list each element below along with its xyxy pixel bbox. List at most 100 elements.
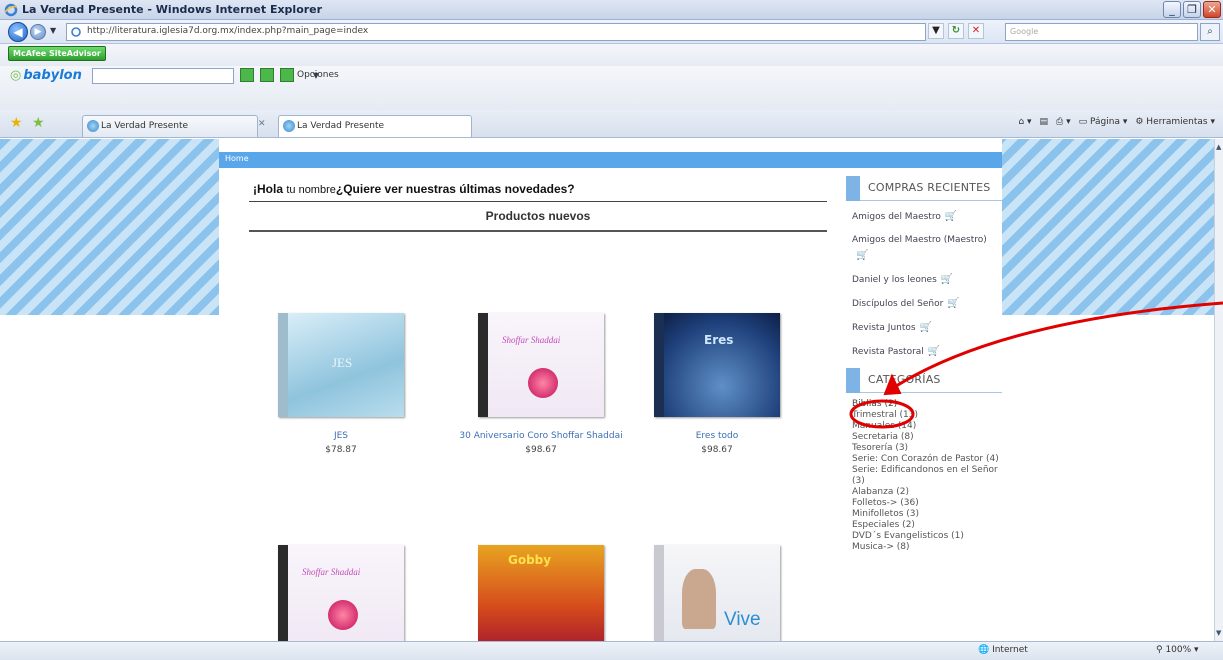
product-name[interactable]: JES bbox=[241, 431, 441, 441]
scroll-up-icon[interactable]: ▲ bbox=[1216, 143, 1221, 151]
page-menu[interactable]: ▭ Página ▾ bbox=[1079, 117, 1128, 127]
history-dropdown-icon[interactable]: ▼ bbox=[50, 26, 56, 35]
zone-label: Internet bbox=[992, 645, 1028, 655]
recent-item[interactable]: Daniel y los leones 🛒 bbox=[846, 272, 1002, 288]
product-image-shoffar[interactable]: Shoffar Shaddai bbox=[478, 313, 604, 417]
recent-item-label[interactable]: Discípulos del Señor bbox=[852, 299, 943, 309]
print-icon[interactable]: ⎙ ▾ bbox=[1056, 117, 1071, 127]
greeting-hola: ¡Hola bbox=[253, 182, 283, 196]
tab-close-icon[interactable]: ✕ bbox=[258, 119, 266, 129]
category-item[interactable]: Minifolletos (3) bbox=[852, 509, 1002, 520]
recent-item[interactable]: Amigos del Maestro 🛒 bbox=[846, 209, 1002, 225]
refresh-icon[interactable]: ↻ bbox=[948, 23, 964, 39]
recent-purchases-header: COMPRAS RECIENTES bbox=[846, 176, 1002, 201]
product-card[interactable]: Shoffar Shaddai 30 Aniversario Coro Shof… bbox=[441, 313, 641, 455]
category-item[interactable]: Alabanza (2) bbox=[852, 487, 1002, 498]
breadcrumb-bar: Home bbox=[219, 152, 1002, 168]
category-item[interactable]: Serie: Edificandonos en el Señor (3) bbox=[852, 465, 1002, 487]
page-menu-label: Página bbox=[1089, 117, 1120, 127]
category-item[interactable]: Musica-> (8) bbox=[852, 542, 1002, 553]
stop-icon[interactable]: ✕ bbox=[968, 23, 984, 39]
back-button[interactable]: ◀ bbox=[8, 22, 28, 42]
recent-item[interactable]: Revista Pastoral 🛒 bbox=[846, 344, 1002, 360]
mcafee-siteadvisor-button[interactable]: McAfee SiteAdvisor bbox=[8, 46, 106, 61]
product-image-kids[interactable]: Gobby bbox=[478, 545, 604, 641]
babylon-icon: ◎ bbox=[10, 68, 22, 83]
category-item[interactable]: Folletos-> (36) bbox=[852, 498, 1002, 509]
search-icon[interactable]: ⌕ bbox=[1200, 23, 1220, 41]
scroll-down-icon[interactable]: ▼ bbox=[1216, 629, 1221, 637]
header-accent bbox=[846, 176, 860, 201]
cover-text: Eres bbox=[704, 333, 734, 347]
search-input[interactable]: Google bbox=[1005, 23, 1198, 41]
internet-explorer-icon bbox=[4, 3, 18, 17]
cart-icon[interactable]: 🛒 bbox=[947, 296, 959, 311]
product-image-jes[interactable]: JES bbox=[278, 313, 404, 417]
product-name[interactable]: Eres todo bbox=[617, 431, 817, 441]
product-card[interactable]: Eres Eres todo $98.67 bbox=[617, 313, 817, 455]
feeds-icon[interactable]: ▤ bbox=[1040, 117, 1049, 127]
recent-item-label[interactable]: Revista Juntos bbox=[852, 323, 916, 333]
product-card[interactable]: Vive bbox=[617, 545, 817, 641]
product-image-eres-todo[interactable]: Eres bbox=[654, 313, 780, 417]
category-item[interactable]: Manuales (14) bbox=[852, 421, 1002, 432]
product-name[interactable]: 30 Aniversario Coro Shoffar Shaddai bbox=[441, 431, 641, 441]
recent-item-label[interactable]: Amigos del Maestro (Maestro) bbox=[852, 235, 987, 245]
product-card[interactable]: Gobby bbox=[441, 545, 641, 641]
category-item[interactable]: Trimestral (13) bbox=[852, 410, 1002, 421]
close-button[interactable]: ✕ bbox=[1203, 1, 1221, 18]
category-item[interactable]: DVD´s Evangelisticos (1) bbox=[852, 531, 1002, 542]
tab-la-verdad-presente-2[interactable]: La Verdad Presente bbox=[278, 115, 472, 137]
home-link[interactable]: Home bbox=[225, 154, 249, 163]
babylon-search-input[interactable]: ▼ bbox=[92, 68, 319, 84]
cart-icon[interactable]: 🛒 bbox=[945, 209, 957, 224]
greeting-line: ¡Hola tu nombre¿Quiere ver nuestras últi… bbox=[253, 182, 575, 196]
recent-item[interactable]: Amigos del Maestro (Maestro) 🛒 bbox=[846, 233, 1002, 264]
babylon-translate-button[interactable] bbox=[240, 68, 254, 82]
maximize-button[interactable]: ❐ bbox=[1183, 1, 1201, 18]
cart-icon[interactable]: 🛒 bbox=[941, 272, 953, 287]
minimize-button[interactable]: _ bbox=[1163, 1, 1181, 18]
url-dropdown-icon[interactable]: ▼ bbox=[928, 23, 944, 39]
cart-icon[interactable]: 🛒 bbox=[856, 248, 868, 263]
zoom-control[interactable]: ⚲ 100% ▾ bbox=[1156, 645, 1199, 655]
category-item[interactable]: Serie: Con Corazón de Pastor (4) bbox=[852, 454, 1002, 465]
product-card[interactable]: JES JES $78.87 bbox=[241, 313, 441, 455]
babylon-dictionary-button[interactable] bbox=[260, 68, 274, 82]
tab-la-verdad-presente-1[interactable]: La Verdad Presente bbox=[82, 115, 258, 137]
add-favorites-icon[interactable]: ★ bbox=[32, 115, 45, 131]
recent-item-label[interactable]: Amigos del Maestro bbox=[852, 212, 941, 222]
product-price: $78.87 bbox=[325, 445, 357, 455]
recent-item[interactable]: Discípulos del Señor 🛒 bbox=[846, 296, 1002, 312]
cart-icon[interactable]: 🛒 bbox=[920, 320, 932, 335]
globe-graphic bbox=[528, 368, 558, 398]
favorites-star-icon[interactable]: ★ bbox=[10, 115, 23, 131]
forward-button[interactable]: ▶ bbox=[30, 24, 46, 40]
products-title: Productos nuevos bbox=[485, 209, 591, 223]
cart-icon[interactable]: 🛒 bbox=[928, 344, 940, 359]
category-biblias[interactable]: Biblias (2) bbox=[852, 399, 1002, 410]
url-field[interactable]: http://literatura.iglesia7d.org.mx/index… bbox=[66, 23, 926, 41]
tab-page-icon bbox=[283, 120, 295, 132]
product-image-vive[interactable]: Vive bbox=[654, 545, 780, 641]
greeting-question: ¿Quiere ver nuestras últimas novedades? bbox=[335, 182, 575, 196]
security-zone: 🌐 Internet bbox=[978, 645, 1028, 655]
recent-item[interactable]: Revista Juntos 🛒 bbox=[846, 320, 1002, 336]
status-bar: 🌐 Internet ⚲ 100% ▾ bbox=[0, 641, 1223, 660]
product-card[interactable]: Shoffar Shaddai bbox=[241, 545, 441, 641]
category-item[interactable]: Tesorería (3) bbox=[852, 443, 1002, 454]
divider bbox=[249, 230, 827, 232]
category-item[interactable]: Secretaria (8) bbox=[852, 432, 1002, 443]
cover-text: Vive bbox=[724, 609, 761, 630]
recent-item-label[interactable]: Revista Pastoral bbox=[852, 347, 924, 357]
url-text: http://literatura.iglesia7d.org.mx/index… bbox=[87, 26, 369, 36]
category-item[interactable]: Especiales (2) bbox=[852, 520, 1002, 531]
tab-label: La Verdad Presente bbox=[297, 121, 385, 131]
tools-menu[interactable]: ⚙ Herramientas ▾ bbox=[1135, 117, 1215, 127]
vertical-scrollbar[interactable]: ▲ ▼ bbox=[1214, 139, 1223, 641]
cover-text: Gobby bbox=[508, 553, 552, 567]
product-image-shoffar-2[interactable]: Shoffar Shaddai bbox=[278, 545, 404, 641]
home-icon[interactable]: ⌂ ▾ bbox=[1018, 117, 1031, 127]
recent-item-label[interactable]: Daniel y los leones bbox=[852, 275, 937, 285]
opciones-button[interactable]: Opciones bbox=[280, 68, 339, 82]
